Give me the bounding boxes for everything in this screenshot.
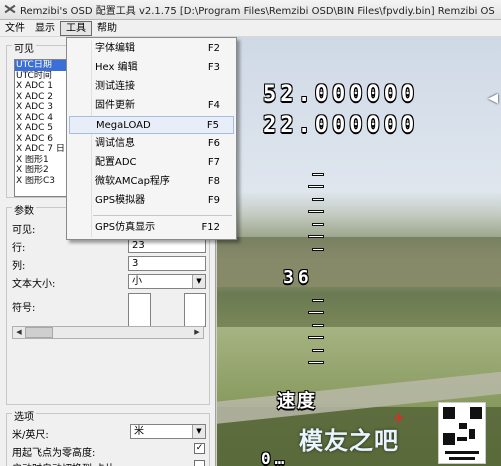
scroll-thumb[interactable] [25, 327, 53, 338]
takeoff-zero-checkbox[interactable]: ✓ [194, 443, 205, 454]
menu-item-hex-editor[interactable]: Hex 编辑 F3 [69, 59, 234, 77]
list-item[interactable]: X ADC 4 [15, 113, 69, 124]
menu-tools[interactable]: 工具 [60, 20, 92, 36]
list-item[interactable]: X ADC 5 [15, 123, 69, 134]
chevron-down-icon[interactable]: ▼ [192, 425, 205, 438]
visible-items-list[interactable]: UTC日期 UTC时间 X ADC 1 X ADC 2 X ADC 3 X AD… [14, 59, 70, 197]
column-input[interactable]: 3 [128, 256, 206, 271]
menu-item-firmware-update[interactable]: 固件更新 F4 [69, 97, 234, 115]
auto-switch-checkbox[interactable] [194, 460, 205, 466]
menu-file[interactable]: 文件 [0, 21, 30, 36]
menu-item-debug-info[interactable]: 调试信息 F6 [69, 135, 234, 153]
list-item[interactable]: X ADC 3 [15, 102, 69, 113]
list-item[interactable]: X ADC 2 [15, 92, 69, 103]
column-label: 列: [12, 261, 26, 272]
list-item[interactable]: UTC时间 [15, 71, 69, 82]
menu-item-test-connection[interactable]: 测试连接 [69, 78, 234, 96]
list-item[interactable]: X ADC 1 [15, 81, 69, 92]
menu-item-configure-adc[interactable]: 配置ADC F7 [69, 154, 234, 172]
menu-bar: 文件 显示 工具 帮助 [0, 20, 501, 37]
osd-latitude[interactable]: 52.000000 [263, 82, 418, 107]
text-size-select[interactable]: 小 ▼ [128, 274, 206, 289]
menu-help[interactable]: 帮助 [92, 21, 122, 36]
osd-speed-label[interactable]: 速度 [277, 387, 317, 413]
options-group-label: 选项 [12, 408, 36, 423]
list-item[interactable]: UTC日期 [15, 60, 69, 71]
title-bar: Remzibi's OSD 配置工具 v2.1.75 [D:\Program F… [0, 0, 501, 20]
osd-preview: 52.000000 22.000000 ◀ 36 速度 0… 模友之吧 ✈ [217, 37, 501, 466]
text-size-value: 小 [132, 276, 142, 287]
app-icon [4, 3, 17, 16]
menu-item-gps-emulation-display[interactable]: GPS仿真显示 F12 [69, 219, 234, 237]
chevron-down-icon[interactable]: ▼ [192, 275, 205, 288]
visible-group-label: 可见 [12, 40, 36, 55]
menu-view[interactable]: 显示 [30, 21, 60, 36]
symbol-preview-left[interactable] [128, 293, 151, 327]
row-input[interactable]: 23 [128, 238, 206, 253]
text-size-label: 文本大小: [12, 279, 56, 290]
plane-icon: ✈ [393, 411, 405, 427]
scroll-left-icon[interactable]: ◀ [13, 327, 25, 338]
qr-code [438, 402, 486, 464]
menu-item-megaload[interactable]: MegaLOAD F5 [69, 116, 234, 134]
menu-item-gps-simulator[interactable]: GPS模拟器 F9 [69, 192, 234, 210]
symbol-preview-right[interactable] [184, 293, 206, 327]
unit-label: 米/英尺: [12, 430, 49, 441]
tools-menu: 字体编辑 F2 Hex 编辑 F3 测试连接 固件更新 F4 MegaLOAD F5 调… [66, 37, 237, 240]
params-group-label: 参数 [12, 202, 36, 217]
list-item[interactable]: X ADC 7 日 [15, 144, 69, 155]
scroll-right-icon[interactable]: ▶ [191, 327, 203, 338]
menu-item-amcap[interactable]: 微软AMCap程序 F8 [69, 173, 234, 191]
row-label: 行: [12, 243, 26, 254]
menu-item-font-editor[interactable]: 字体编辑 F2 [69, 40, 234, 58]
symbol-label: 符号: [12, 303, 36, 314]
osd-longitude[interactable]: 22.000000 [263, 113, 418, 138]
unit-select[interactable]: 米 ▼ [130, 424, 206, 439]
list-item[interactable]: X 图形C3 [15, 176, 69, 187]
menu-separator [93, 215, 232, 216]
unit-value: 米 [134, 426, 144, 437]
list-item[interactable]: X 图形1 [15, 155, 69, 166]
window-title: Remzibi's OSD 配置工具 v2.1.75 [D:\Program F… [20, 6, 495, 17]
takeoff-zero-label: 用起飞点为零高度: [12, 448, 96, 459]
osd-speed-value[interactable]: 36 [283, 267, 313, 288]
osd-bottom-partial[interactable]: 0… [261, 449, 288, 466]
horizontal-scrollbar[interactable]: ◀ ▶ [12, 326, 204, 339]
list-item[interactable]: X ADC 6 [15, 134, 69, 145]
visible-param-label: 可见: [12, 225, 36, 236]
list-item[interactable]: X 图形2 [15, 165, 69, 176]
site-watermark: 模友之吧 [299, 427, 399, 455]
auto-switch-label: 启动时自动切换到 卡片 [12, 460, 182, 466]
home-arrow-icon: ◀ [488, 91, 498, 106]
